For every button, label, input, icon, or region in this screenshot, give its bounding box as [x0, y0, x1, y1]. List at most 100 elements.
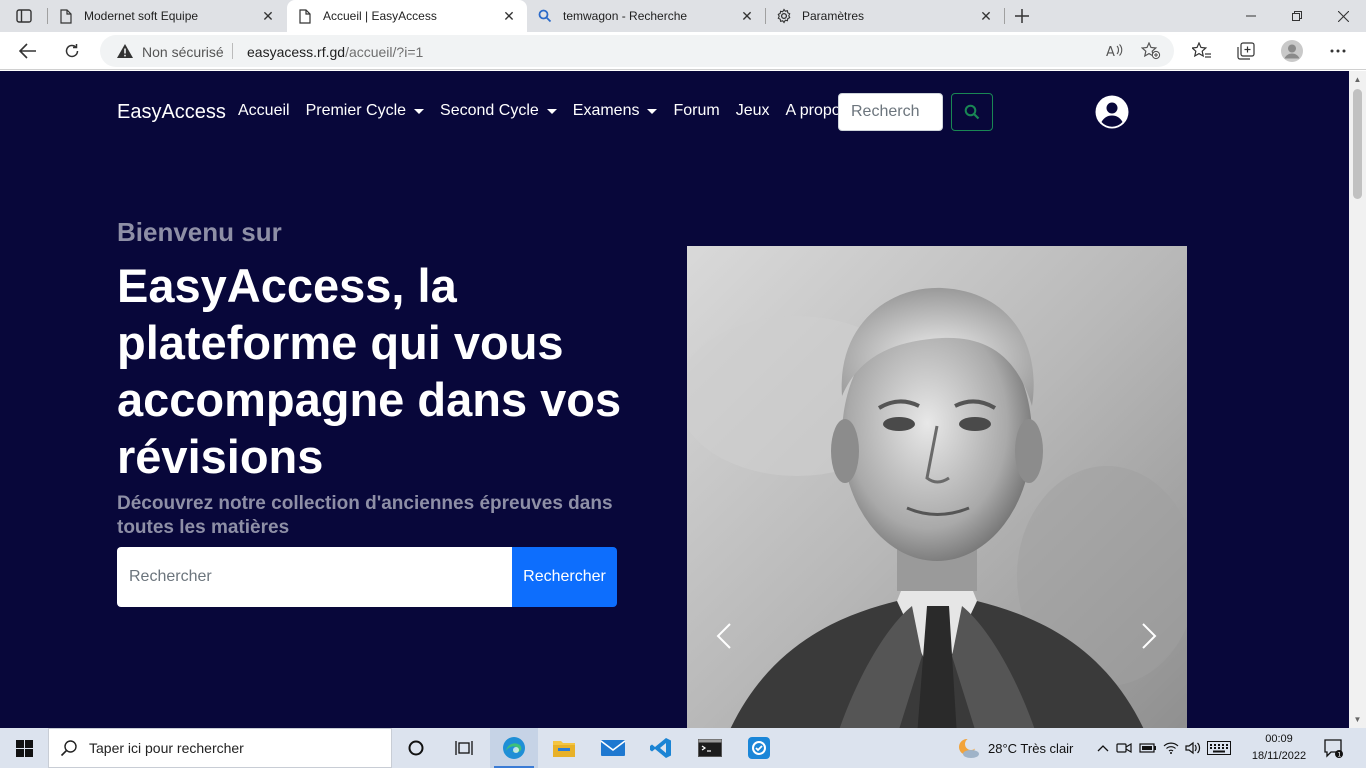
carousel-portrait-image	[687, 246, 1187, 728]
task-view-button[interactable]	[440, 728, 488, 768]
nav-item-second-cycle[interactable]: Second Cycle	[432, 102, 565, 120]
cortana-button[interactable]	[392, 728, 440, 768]
page-icon	[58, 8, 74, 24]
terminal-icon	[698, 739, 722, 757]
tab-separator	[1004, 8, 1005, 24]
close-icon[interactable]: ✕	[978, 8, 994, 24]
profile-button[interactable]	[1277, 36, 1307, 66]
scroll-down-icon[interactable]: ▼	[1353, 715, 1362, 724]
hero-search-input[interactable]	[117, 547, 512, 607]
svg-text:A: A	[1106, 45, 1115, 59]
favorites-icon	[1192, 42, 1211, 58]
battery-icon[interactable]	[1136, 742, 1160, 754]
hero-search-button[interactable]: Rechercher	[512, 547, 617, 607]
collections-icon	[1237, 42, 1255, 60]
taskbar-edge[interactable]	[490, 728, 538, 768]
scrollbar-thumb[interactable]	[1353, 89, 1362, 199]
minimize-button[interactable]	[1228, 0, 1274, 32]
favorites-button[interactable]	[1187, 36, 1217, 66]
warning-icon	[117, 44, 133, 58]
nav-links: Accueil Premier Cycle Second Cycle Exame…	[230, 102, 857, 120]
notifications-button[interactable]: 1	[1320, 736, 1346, 760]
edge-icon	[503, 737, 525, 759]
tab-title: temwagon - Recherche	[563, 9, 688, 23]
tab-actions-icon[interactable]	[10, 6, 38, 26]
taskbar-file-explorer[interactable]	[540, 728, 588, 768]
url-text[interactable]: easyacess.rf.gd/accueil/?i=1	[247, 44, 423, 60]
windows-taskbar: Taper ici pour rechercher 28°C Très clai…	[0, 728, 1366, 768]
carousel-next-button[interactable]	[1129, 616, 1169, 656]
back-button[interactable]	[13, 36, 43, 66]
more-icon	[1330, 49, 1346, 53]
plus-icon	[1015, 9, 1029, 23]
minimize-icon	[1246, 15, 1256, 17]
new-tab-button[interactable]	[1010, 4, 1034, 28]
taskbar-clock[interactable]: 00:09 18/11/2022	[1246, 731, 1312, 765]
hero-subtitle: Découvrez notre collection d'anciennes é…	[117, 493, 613, 538]
tab-easyaccess[interactable]: Accueil | EasyAccess ✕	[287, 0, 527, 32]
restore-button[interactable]	[1274, 0, 1320, 32]
tab-title: Modernet soft Equipe	[84, 9, 199, 23]
taskbar-mail[interactable]	[589, 728, 637, 768]
close-icon[interactable]: ✕	[739, 8, 755, 24]
meet-now-icon[interactable]	[1112, 741, 1136, 755]
volume-icon[interactable]	[1182, 741, 1204, 755]
wifi-icon[interactable]	[1160, 742, 1182, 754]
window-close-button[interactable]	[1320, 0, 1366, 32]
chevron-left-icon	[716, 623, 731, 649]
arrow-left-icon	[19, 43, 36, 59]
brand-link[interactable]: EasyAccess	[117, 101, 226, 124]
nav-label: Jeux	[735, 102, 770, 119]
weather-widget[interactable]: 28°C Très clair	[956, 728, 1073, 768]
hero-search-form: Rechercher	[117, 547, 617, 607]
gear-icon	[776, 8, 792, 24]
nav-item-accueil[interactable]: Accueil	[230, 102, 298, 120]
nav-label: Forum	[673, 102, 720, 119]
folder-icon	[553, 741, 575, 757]
tab-settings[interactable]: Paramètres ✕	[766, 0, 1004, 32]
page-scrollbar[interactable]: ▲ ▼	[1349, 71, 1366, 728]
nav-search-button[interactable]	[951, 93, 993, 131]
user-circle-icon	[1095, 95, 1129, 129]
windows-logo-icon	[15, 739, 33, 757]
more-menu-button[interactable]	[1323, 36, 1353, 66]
start-button[interactable]	[0, 728, 48, 768]
nav-search-input[interactable]	[838, 93, 943, 131]
nav-item-examens[interactable]: Examens	[565, 102, 666, 120]
close-icon[interactable]: ✕	[260, 8, 276, 24]
nav-item-jeux[interactable]: Jeux	[728, 102, 778, 120]
search-icon	[537, 8, 553, 24]
taskbar-terminal[interactable]	[686, 728, 734, 768]
taskbar-search-box[interactable]: Taper ici pour rechercher	[48, 728, 392, 768]
caret-down-icon	[546, 108, 557, 114]
chevron-up-icon[interactable]	[1094, 744, 1112, 752]
reload-button[interactable]	[57, 36, 87, 66]
scroll-up-icon[interactable]: ▲	[1353, 75, 1362, 84]
site-navbar: EasyAccess Accueil Premier Cycle Second …	[0, 71, 1349, 153]
close-icon[interactable]: ✕	[501, 8, 517, 24]
clock-date: 18/11/2022	[1251, 750, 1307, 762]
nav-label: Examens	[572, 102, 640, 119]
tab-modernet[interactable]: Modernet soft Equipe ✕	[48, 0, 286, 32]
tab-search[interactable]: temwagon - Recherche ✕	[527, 0, 765, 32]
hero-pretitle: Bienvenu sur	[117, 217, 282, 247]
read-aloud-button[interactable]: A	[1100, 36, 1130, 66]
nav-item-premier-cycle[interactable]: Premier Cycle	[298, 102, 432, 120]
carousel-prev-button[interactable]	[704, 616, 744, 656]
read-aloud-icon: A	[1106, 44, 1123, 59]
add-favorite-button[interactable]	[1136, 36, 1166, 66]
search-icon	[964, 104, 980, 120]
page-icon	[297, 8, 313, 24]
keyboard-icon[interactable]	[1204, 741, 1234, 755]
security-status[interactable]: Non sécurisé	[142, 44, 224, 60]
taskbar-vscode[interactable]	[637, 728, 685, 768]
tab-title: Accueil | EasyAccess	[323, 9, 437, 23]
nav-item-forum[interactable]: Forum	[665, 102, 727, 120]
page-viewport: EasyAccess Accueil Premier Cycle Second …	[0, 71, 1349, 728]
taskbar-app-blue[interactable]	[735, 728, 783, 768]
task-view-icon	[455, 741, 473, 755]
vscode-icon	[650, 738, 671, 758]
collections-button[interactable]	[1231, 36, 1261, 66]
user-account-button[interactable]	[1095, 95, 1129, 129]
address-bar[interactable]: Non sécurisé easyacess.rf.gd/accueil/?i=…	[100, 35, 1174, 67]
